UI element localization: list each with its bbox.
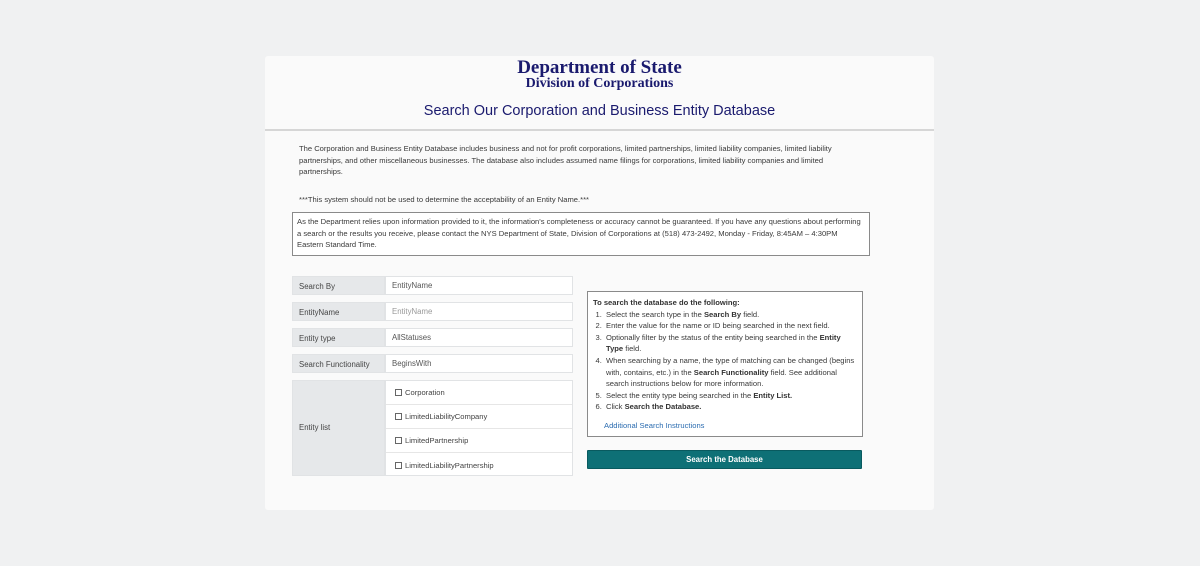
help-heading: To search the database do the following: bbox=[593, 298, 740, 307]
main-panel: Department of State Division of Corporat… bbox=[265, 56, 934, 510]
lp-checkbox[interactable] bbox=[395, 437, 402, 444]
corporation-label: Corporation bbox=[405, 388, 445, 397]
search-functionality-row: Search Functionality BeginsWith bbox=[292, 354, 573, 373]
help-step: Enter the value for the name or ID being… bbox=[604, 320, 857, 332]
help-step: Optionally filter by the status of the e… bbox=[604, 332, 857, 355]
entity-list-options: Corporation LimitedLiabilityCompany Limi… bbox=[385, 380, 573, 476]
help-steps: Select the search type in the Search By … bbox=[593, 309, 857, 413]
lp-label: LimitedPartnership bbox=[405, 436, 469, 445]
llp-checkbox[interactable] bbox=[395, 461, 402, 469]
warning-text: ***This system should not be used to det… bbox=[299, 195, 589, 204]
search-by-select[interactable]: EntityName bbox=[385, 276, 573, 295]
entity-name-row: EntityName bbox=[292, 302, 573, 321]
division-title: Division of Corporations bbox=[525, 76, 674, 91]
entity-option-lp[interactable]: LimitedPartnership bbox=[386, 429, 572, 453]
entity-type-row: Entity type AllStatuses bbox=[292, 328, 573, 347]
llc-label: LimitedLiabilityCompany bbox=[405, 412, 488, 421]
entity-option-corporation[interactable]: Corporation bbox=[386, 381, 572, 405]
help-step: Click Search the Database. bbox=[604, 401, 857, 413]
search-functionality-select[interactable]: BeginsWith bbox=[385, 354, 573, 373]
search-database-button[interactable]: Search the Database bbox=[587, 450, 862, 469]
llp-label: LimitedLiabilityPartnership bbox=[405, 460, 494, 470]
entity-type-label: Entity type bbox=[292, 328, 385, 347]
help-step: Select the search type in the Search By … bbox=[604, 309, 857, 321]
search-by-label: Search By bbox=[292, 276, 385, 295]
entity-list-label: Entity list bbox=[292, 380, 385, 476]
entity-name-label: EntityName bbox=[292, 302, 385, 321]
corporation-checkbox[interactable] bbox=[395, 389, 402, 396]
search-functionality-label: Search Functionality bbox=[292, 354, 385, 373]
page-header: Department of State Division of Corporat… bbox=[265, 56, 934, 129]
entity-type-select[interactable]: AllStatuses bbox=[385, 328, 573, 347]
notice-box: As the Department relies upon informatio… bbox=[292, 212, 870, 256]
entity-option-llc[interactable]: LimitedLiabilityCompany bbox=[386, 405, 572, 429]
search-by-row: Search By EntityName bbox=[292, 276, 573, 295]
entity-name-input[interactable] bbox=[385, 302, 573, 321]
entity-option-llp[interactable]: LimitedLiabilityPartnership bbox=[386, 453, 572, 477]
header-divider bbox=[265, 129, 934, 131]
entity-list-row: Entity list Corporation LimitedLiability… bbox=[292, 380, 573, 476]
help-step: Select the entity type being searched in… bbox=[604, 390, 857, 402]
additional-instructions-link[interactable]: Additional Search Instructions bbox=[604, 420, 704, 432]
intro-text: The Corporation and Business Entity Data… bbox=[299, 144, 832, 177]
help-step: When searching by a name, the type of ma… bbox=[604, 355, 857, 390]
llc-checkbox[interactable] bbox=[395, 413, 402, 420]
page-title: Search Our Corporation and Business Enti… bbox=[423, 103, 776, 119]
search-help-box: To search the database do the following:… bbox=[587, 291, 863, 437]
